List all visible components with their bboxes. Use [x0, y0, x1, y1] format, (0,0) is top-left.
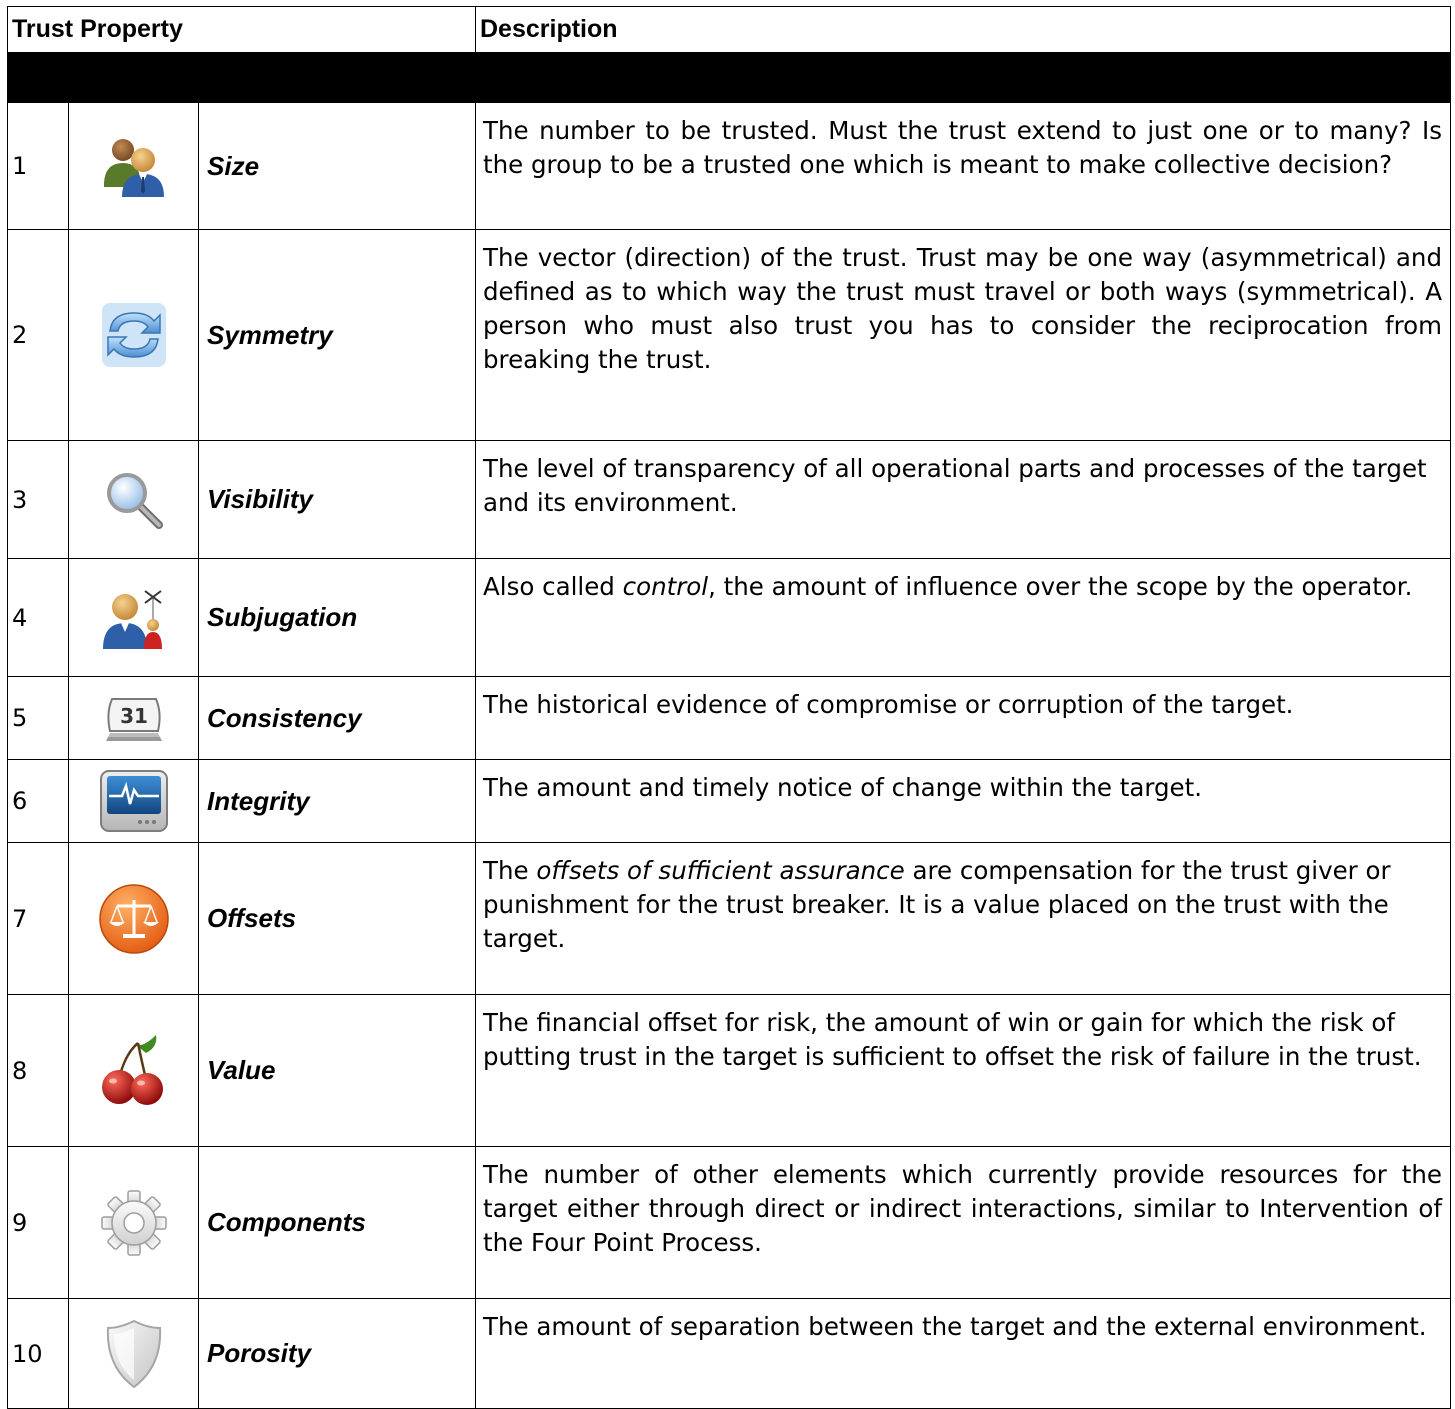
table-row: 3 Visibility The level of transparency o… — [7, 440, 1451, 559]
trust-properties-table: Trust Property Description 1 Size The nu… — [7, 6, 1451, 1409]
calendar-icon: 31 — [105, 698, 162, 741]
shield-icon — [106, 1319, 161, 1388]
table-row: 7 Offsets The offsets of sufficient assu… — [7, 842, 1451, 995]
calendar-day: 31 — [120, 704, 148, 728]
table-row: 2 Symmetry The vector (direction) of the… — [7, 229, 1451, 441]
table-row: 10 Porosity The amount of separation bet… — [7, 1298, 1451, 1409]
row-number: 10 — [7, 1298, 69, 1409]
table-row: 4 Subjugation Also called control, the a… — [7, 558, 1451, 677]
row-number: 2 — [7, 229, 69, 441]
property-description: The amount of separation between the tar… — [475, 1298, 1451, 1409]
property-name: Visibility — [198, 440, 476, 559]
row-number: 9 — [7, 1146, 69, 1299]
puppet-master-icon — [102, 589, 162, 649]
row-number: 5 — [7, 676, 69, 760]
row-number: 3 — [7, 440, 69, 559]
property-description: The historical evidence of compromise or… — [475, 676, 1451, 760]
header-trust-property: Trust Property — [7, 6, 476, 53]
property-description: The vector (direction) of the trust. Tru… — [475, 229, 1451, 441]
property-description: The number of other elements which curre… — [475, 1146, 1451, 1299]
gear-icon — [100, 1189, 167, 1256]
table-row: 1 Size The number to be trusted. Must th… — [7, 102, 1451, 230]
black-band — [7, 52, 1451, 103]
property-name: Consistency — [198, 676, 476, 760]
property-name: Size — [198, 102, 476, 230]
cherries-icon — [101, 1034, 163, 1105]
property-name: Offsets — [198, 842, 476, 995]
row-number: 7 — [7, 842, 69, 995]
header-description: Description — [475, 6, 1451, 53]
table-row: 9 Components The number of other element… — [7, 1146, 1451, 1299]
property-name: Subjugation — [198, 558, 476, 677]
heart-monitor-icon — [99, 770, 168, 832]
magnifier-icon — [106, 472, 163, 529]
property-description: The level of transparency of all operati… — [475, 440, 1451, 559]
row-number: 1 — [7, 102, 69, 230]
property-description: The financial offset for risk, the amoun… — [475, 994, 1451, 1147]
header-row: Trust Property Description — [7, 6, 1451, 53]
property-description: Also called control, the amount of influ… — [475, 558, 1451, 677]
row-number: 8 — [7, 994, 69, 1147]
table-row: 6 Integrity The amount and timely notice… — [7, 759, 1451, 843]
property-description: The amount and timely notice of change w… — [475, 759, 1451, 843]
header-band — [7, 52, 1451, 103]
property-name: Porosity — [198, 1298, 476, 1409]
users-icon — [103, 139, 164, 197]
property-name: Value — [198, 994, 476, 1147]
property-description: The offsets of sufficient assurance are … — [475, 842, 1451, 995]
property-name: Components — [198, 1146, 476, 1299]
row-number: 4 — [7, 558, 69, 677]
property-description: The number to be trusted. Must the trust… — [475, 102, 1451, 230]
table-row: 5 31 Consistency The historical evidence… — [7, 676, 1451, 760]
table-row: 8 Value The financial offset for risk, t… — [7, 994, 1451, 1147]
property-name: Symmetry — [198, 229, 476, 441]
row-number: 6 — [7, 759, 69, 843]
property-name: Integrity — [198, 759, 476, 843]
scales-icon — [98, 883, 169, 954]
refresh-arrows-icon — [101, 303, 166, 367]
